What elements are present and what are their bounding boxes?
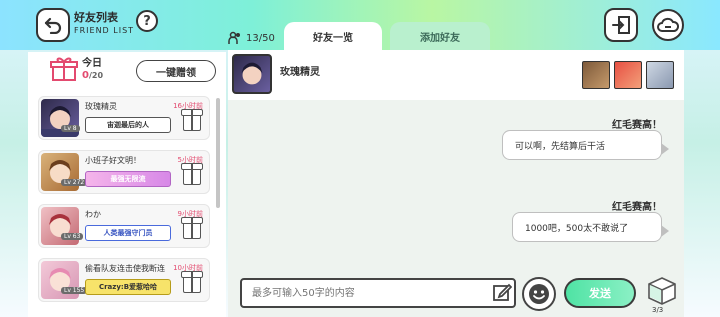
daily-counter: 今日 0/20 [82, 58, 103, 81]
message-bubble: 1000吧，500太不敢说了 [512, 212, 669, 242]
daily-gift-icon [50, 56, 78, 82]
friend-count: 13/50 [228, 31, 275, 45]
friend-row[interactable]: Lv 155 偷看队友连击使我断连 10小时前 Crazy:B爱惹哈哈 [38, 258, 210, 302]
gift-box-icon[interactable] [181, 217, 203, 239]
daily-value: 0/20 [82, 69, 104, 81]
tab-friend-list[interactable]: 好友一览 [284, 22, 382, 50]
friend-list-scrollbar[interactable] [216, 98, 220, 208]
exit-icon [612, 16, 630, 34]
friend-name: 小班子好文明！ [85, 156, 141, 165]
cloud-icon [657, 17, 679, 32]
level-badge: Lv 63 [61, 233, 84, 240]
friend-name: わか [85, 210, 101, 219]
smiley-icon [529, 284, 549, 304]
message-input[interactable] [240, 278, 516, 308]
level-badge: Lv 272 [61, 179, 88, 186]
gift-box-icon[interactable] [181, 109, 203, 131]
exit-button[interactable] [604, 8, 638, 42]
chat-partner-avatar [232, 54, 272, 94]
level-badge: Lv 155 [61, 287, 88, 294]
cloud-button[interactable] [652, 9, 684, 41]
title-plate: 宙迦最后的人 [85, 117, 171, 133]
gift-box-icon[interactable] [181, 163, 203, 185]
character-avatar [614, 61, 642, 89]
tab-add-friend[interactable]: 添加好友 [390, 22, 490, 50]
back-arrow-icon [44, 17, 62, 34]
gift-icon [50, 57, 78, 81]
friend-row[interactable]: Lv 63 わか 9小时前 人类最强守门员 [38, 204, 210, 248]
friend-name: 玫瑰精灵 [85, 102, 117, 111]
page-title-en: FRIEND LIST [74, 26, 135, 36]
character-avatar [646, 61, 674, 89]
message-bubble: 可以啊，先结算后干活 [502, 130, 669, 160]
page-title: 好友列表 FRIEND LIST [74, 11, 135, 36]
title-plate: 人类最强守门员 [85, 225, 171, 241]
stamp-count: 3/3 [652, 306, 664, 314]
friend-count-value: 13/50 [246, 32, 275, 44]
message-sender: 红毛赛高！ [612, 120, 662, 131]
stamp-cube-icon[interactable] [646, 276, 678, 310]
emoji-button[interactable] [522, 277, 556, 311]
title-plate: 最强无限流 [85, 171, 171, 187]
friend-row[interactable]: Lv 272 小班子好文明！ 5小时前 最强无限流 [38, 150, 210, 194]
title-plate: Crazy:B爱惹哈哈 [85, 279, 171, 295]
back-button[interactable] [36, 8, 70, 42]
daily-label: 今日 [82, 58, 102, 69]
chat-partner-name: 玫瑰精灵 [280, 67, 320, 78]
level-badge: Lv 8 [61, 125, 80, 132]
help-button[interactable]: ? [136, 10, 158, 32]
send-button[interactable]: 发送 [564, 278, 636, 308]
edit-icon [492, 282, 513, 306]
page-title-cn: 好友列表 [74, 11, 118, 24]
friend-row[interactable]: Lv 8 玫瑰精灵 16小时前 宙迦最后的人 [38, 96, 210, 140]
friends-icon [228, 31, 240, 44]
message-sender: 红毛赛高！ [612, 202, 662, 213]
gift-box-icon[interactable] [181, 271, 203, 293]
character-avatar [582, 61, 610, 89]
friend-name: 偷看队友连击使我断连 [85, 264, 165, 273]
gift-all-button[interactable]: 一键赠领 [136, 60, 216, 82]
